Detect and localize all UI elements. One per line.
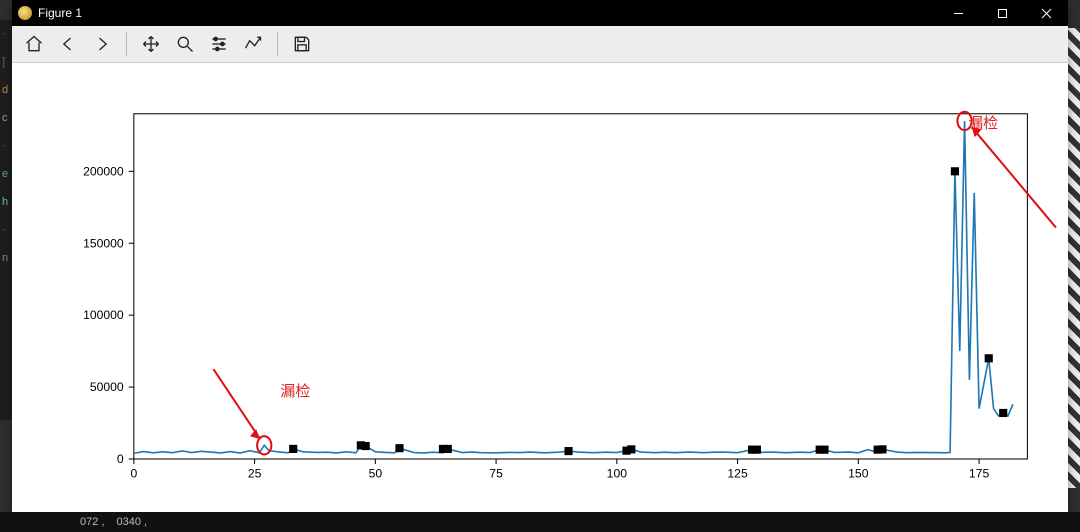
svg-text:150: 150 xyxy=(848,466,869,480)
app-icon xyxy=(18,6,32,20)
svg-text:100000: 100000 xyxy=(83,308,124,322)
svg-text:125: 125 xyxy=(727,466,748,480)
configure-button[interactable] xyxy=(203,29,235,59)
save-button[interactable] xyxy=(286,29,318,59)
chart-svg: 0 50000 100000 150000 200000 0 25 50 75 100 125 150… xyxy=(12,63,1068,510)
home-button[interactable] xyxy=(18,29,50,59)
toolbar-separator xyxy=(277,32,278,56)
svg-text:0: 0 xyxy=(130,466,137,480)
back-button[interactable] xyxy=(52,29,84,59)
svg-text:50000: 50000 xyxy=(90,380,124,394)
svg-text:0: 0 xyxy=(117,452,124,466)
titlebar: Figure 1 xyxy=(12,0,1068,26)
bg-text-a: 072 , xyxy=(80,516,104,528)
background-right-fragment xyxy=(1068,28,1080,488)
svg-text:50: 50 xyxy=(369,466,383,480)
svg-text:75: 75 xyxy=(489,466,503,480)
annotation-miss-2: 漏检 xyxy=(968,112,998,133)
svg-text:150000: 150000 xyxy=(83,236,124,250)
edit-button[interactable] xyxy=(237,29,269,59)
maximize-button[interactable] xyxy=(980,0,1024,26)
matplotlib-toolbar xyxy=(12,26,1068,63)
plot-area[interactable]: 0 50000 100000 150000 200000 0 25 50 75 100 125 150… xyxy=(12,63,1068,512)
pan-button[interactable] xyxy=(135,29,167,59)
svg-text:25: 25 xyxy=(248,466,262,480)
svg-text:100: 100 xyxy=(607,466,628,480)
window-title: Figure 1 xyxy=(38,6,82,20)
annotation-miss-1: 漏检 xyxy=(280,380,310,401)
forward-button[interactable] xyxy=(86,29,118,59)
minimize-button[interactable] xyxy=(936,0,980,26)
toolbar-separator xyxy=(126,32,127,56)
close-button[interactable] xyxy=(1024,0,1068,26)
svg-text:200000: 200000 xyxy=(83,164,124,178)
zoom-button[interactable] xyxy=(169,29,201,59)
background-bottom-fragment: 072 , 0340 , xyxy=(0,512,1080,532)
bg-text-b: 0340 , xyxy=(116,516,147,528)
figure-window: Figure 1 xyxy=(12,0,1068,512)
svg-text:175: 175 xyxy=(969,466,990,480)
